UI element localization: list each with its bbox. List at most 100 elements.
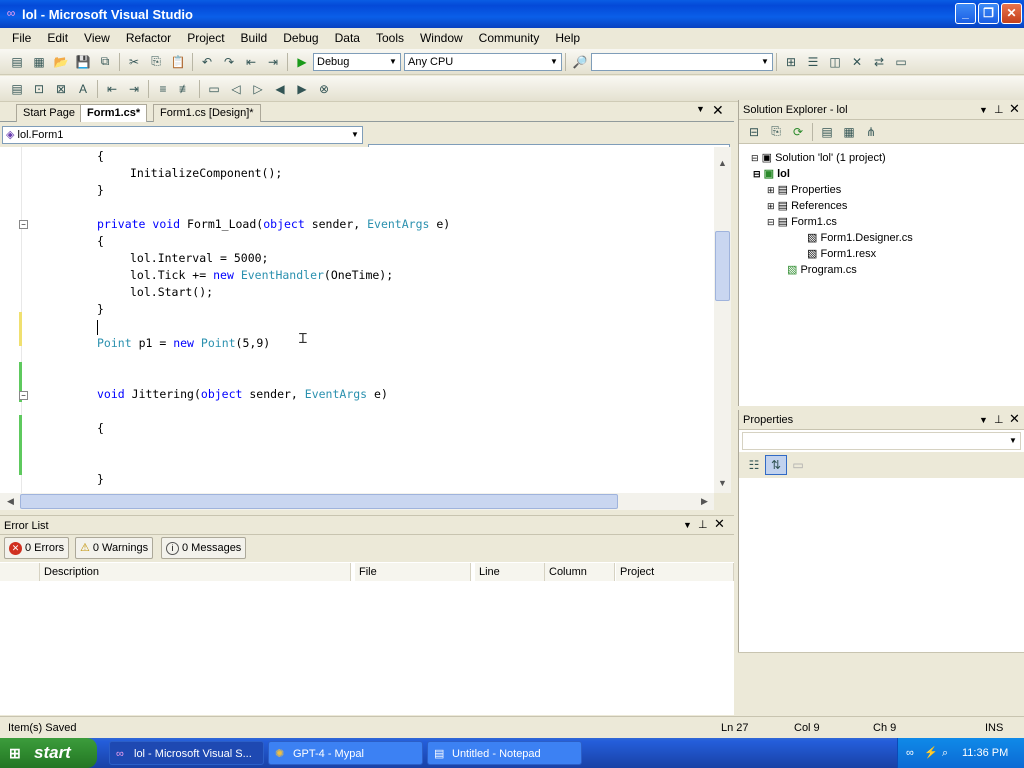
pin-icon[interactable]: ⊥ [994, 410, 1004, 430]
add-item-icon[interactable]: ▦ [28, 52, 50, 72]
find-in-files-icon[interactable]: 🔎 [569, 52, 591, 72]
paste-icon[interactable]: 📋 [167, 52, 189, 72]
column-header-column[interactable]: Column [545, 563, 615, 581]
solution-config-select[interactable]: Debug ▼ [313, 52, 401, 71]
taskbar-item-notepad[interactable]: ▤ Untitled - Notepad [427, 741, 582, 765]
tree-item-form1[interactable]: ⊟ ▤ Form1.cs [739, 214, 1024, 230]
tree-item-references[interactable]: ⊞ ▤ References [739, 198, 1024, 214]
start-debug-icon[interactable]: ▶ [291, 52, 313, 72]
close-button[interactable]: ✕ [1001, 3, 1022, 24]
errors-filter-button[interactable]: ✕ 0 Errors [4, 537, 70, 559]
solution-explorer-icon[interactable]: ⊞ [780, 52, 802, 72]
open-file-icon[interactable]: 📂 [50, 52, 72, 72]
close-document-icon[interactable]: ✕ [712, 102, 724, 119]
menu-data[interactable]: Data [327, 28, 368, 48]
tray-network-icon[interactable]: ⚡ [924, 738, 938, 768]
tree-item-form1-designer[interactable]: ▧ Form1.Designer.cs [739, 230, 1024, 246]
comment-lines-icon[interactable]: ≡ [152, 79, 174, 99]
close-panel-icon[interactable]: ✕ [714, 514, 725, 534]
view-designer-icon[interactable]: ▦ [838, 122, 860, 142]
show-all-files-icon[interactable]: ⎘ [765, 122, 787, 142]
menu-debug[interactable]: Debug [275, 28, 326, 48]
view-code-icon[interactable]: ▤ [816, 122, 838, 142]
tree-item-solution[interactable]: ⊟ ▣ Solution 'lol' (1 project) [739, 150, 1024, 166]
class-dropdown[interactable]: ◈ lol.Form1 ▼ [2, 126, 363, 144]
quick-info-icon[interactable]: ⊠ [50, 79, 72, 99]
scroll-down-icon[interactable]: ▼ [714, 475, 731, 492]
menu-edit[interactable]: Edit [39, 28, 76, 48]
next-bookmark-folder-icon[interactable]: ▶ [291, 79, 313, 99]
increase-indent-icon[interactable]: ⇥ [123, 79, 145, 99]
toggle-bookmark-icon[interactable]: ▭ [203, 79, 225, 99]
tree-item-project[interactable]: ⊟ ▣ lol [739, 166, 1024, 182]
undo-icon[interactable]: ↶ [196, 52, 218, 72]
scroll-thumb[interactable] [715, 231, 730, 301]
menu-build[interactable]: Build [233, 28, 276, 48]
object-browser-icon[interactable]: ◫ [824, 52, 846, 72]
messages-filter-button[interactable]: i 0 Messages [161, 537, 247, 559]
editor-vertical-scrollbar[interactable]: ▲ ▼ [714, 147, 731, 493]
column-header-description[interactable]: Description [40, 563, 351, 581]
minimize-button[interactable]: _ [955, 3, 976, 24]
find-combo[interactable]: ▼ [591, 52, 773, 71]
collapse-icon[interactable]: − [19, 220, 28, 229]
start-page-icon[interactable]: ⇄ [868, 52, 890, 72]
panel-menu-icon[interactable]: ▼ [683, 515, 692, 535]
refresh-icon[interactable]: ⟳ [787, 122, 809, 142]
scroll-right-icon[interactable]: ▶ [696, 493, 713, 510]
panel-menu-icon[interactable]: ▼ [979, 100, 988, 120]
column-header-project[interactable]: Project [616, 563, 734, 581]
column-header-file[interactable]: File [355, 563, 471, 581]
navigate-back-icon[interactable]: ⇤ [240, 52, 262, 72]
uncomment-lines-icon[interactable]: ≢ [174, 79, 196, 99]
menu-refactor[interactable]: Refactor [118, 28, 179, 48]
alphabetical-icon[interactable]: ⇅ [765, 455, 787, 475]
display-object-members-icon[interactable]: ▤ [6, 79, 28, 99]
menu-community[interactable]: Community [471, 28, 548, 48]
warnings-filter-button[interactable]: ⚠ 0 Warnings [75, 537, 154, 559]
scroll-left-icon[interactable]: ◀ [2, 493, 19, 510]
menu-help[interactable]: Help [547, 28, 588, 48]
close-panel-icon[interactable]: ✕ [1009, 99, 1020, 119]
menu-view[interactable]: View [76, 28, 118, 48]
taskbar-item-visual-studio[interactable]: ∞ lol - Microsoft Visual S... [109, 741, 264, 765]
tab-dropdown-icon[interactable]: ▼ [696, 104, 705, 114]
tray-search-icon[interactable]: ⌕ [942, 738, 948, 768]
save-icon[interactable]: 💾 [72, 52, 94, 72]
tab-form1-cs[interactable]: Form1.cs* [80, 104, 148, 122]
pin-icon[interactable]: ⊥ [698, 515, 708, 535]
property-pages-icon[interactable]: ▭ [787, 455, 809, 475]
properties-window-icon[interactable]: ☰ [802, 52, 824, 72]
clock[interactable]: 11:36 PM [962, 738, 1008, 768]
tab-form1-design[interactable]: Form1.cs [Design]* [153, 104, 261, 122]
previous-bookmark-icon[interactable]: ◁ [225, 79, 247, 99]
column-header-line[interactable]: Line [475, 563, 545, 581]
restore-button[interactable]: ❐ [978, 3, 999, 24]
tab-start-page[interactable]: Start Page [16, 104, 82, 122]
cut-icon[interactable]: ✂ [123, 52, 145, 72]
menu-project[interactable]: Project [179, 28, 232, 48]
editor-horizontal-scrollbar[interactable]: ◀ ▶ [0, 493, 714, 510]
view-class-diagram-icon[interactable]: ⋔ [860, 122, 882, 142]
copy-icon[interactable]: ⎘ [145, 52, 167, 72]
panel-menu-icon[interactable]: ▼ [979, 410, 988, 430]
pin-icon[interactable]: ⊥ [994, 100, 1004, 120]
collapse-icon[interactable]: − [19, 391, 28, 400]
next-bookmark-icon[interactable]: ▷ [247, 79, 269, 99]
decrease-indent-icon[interactable]: ⇤ [101, 79, 123, 99]
menu-file[interactable]: File [4, 28, 39, 48]
command-window-icon[interactable]: ▭ [890, 52, 912, 72]
tree-item-program[interactable]: ▧ Program.cs [739, 262, 1024, 278]
properties-icon[interactable]: ⊟ [743, 122, 765, 142]
tray-app-icon[interactable]: ∞ [906, 738, 914, 768]
object-selector[interactable]: ▼ [742, 432, 1021, 450]
complete-word-icon[interactable]: A [72, 79, 94, 99]
clear-bookmarks-icon[interactable]: ⊗ [313, 79, 335, 99]
tree-item-properties[interactable]: ⊞ ▤ Properties [739, 182, 1024, 198]
column-header-icon[interactable] [0, 563, 40, 581]
solution-platform-select[interactable]: Any CPU ▼ [404, 52, 562, 71]
scroll-up-icon[interactable]: ▲ [714, 155, 731, 172]
previous-bookmark-folder-icon[interactable]: ◀ [269, 79, 291, 99]
save-all-icon[interactable]: ⧉ [94, 52, 116, 72]
new-project-icon[interactable]: ▤ [6, 52, 28, 72]
